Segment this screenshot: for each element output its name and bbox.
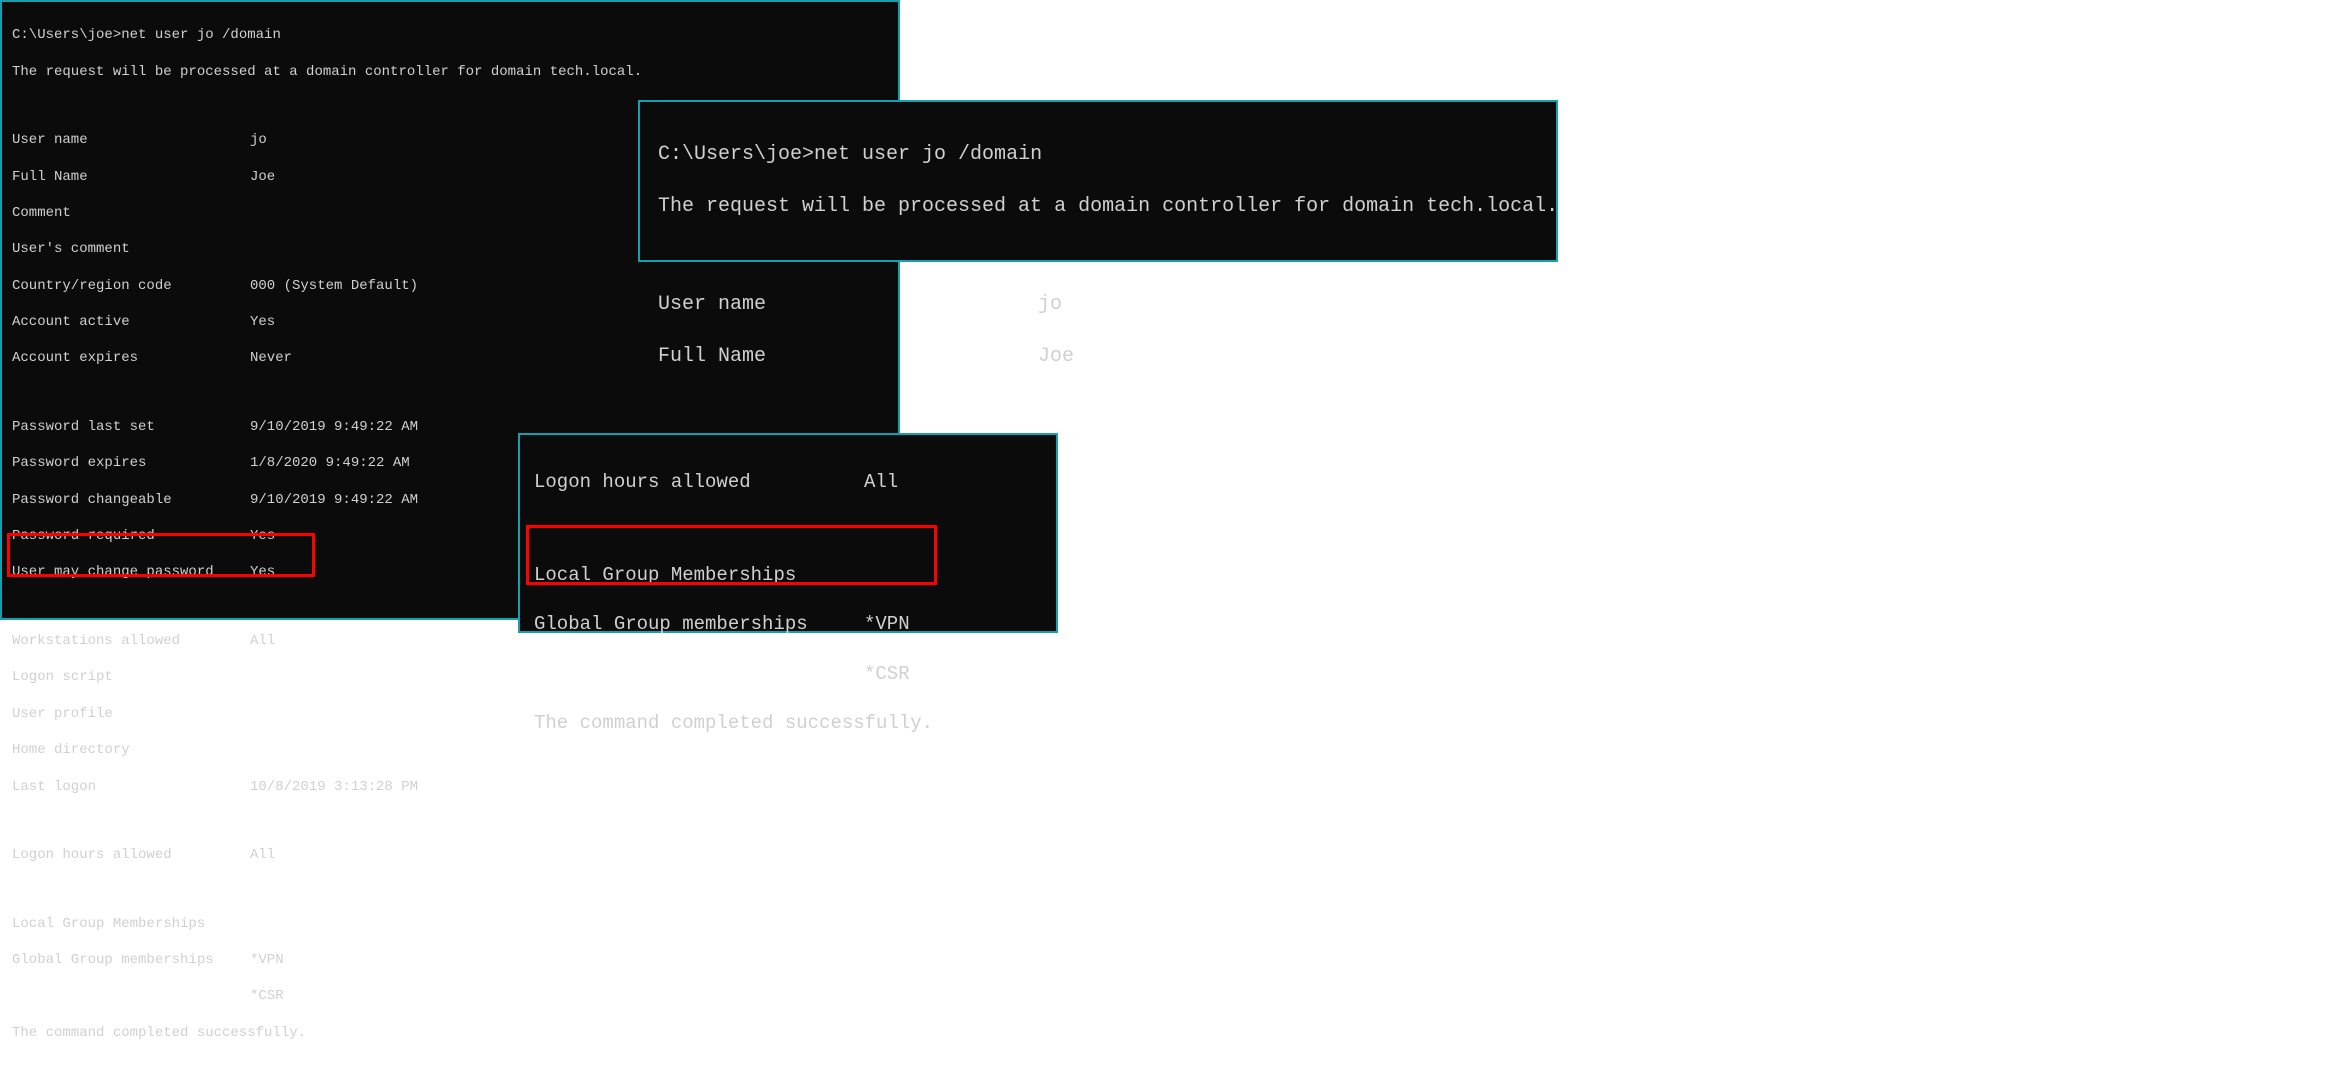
value: *CSR bbox=[250, 987, 284, 1005]
prompt: C:\Users\joe> bbox=[658, 142, 814, 168]
label: Last logon bbox=[12, 778, 250, 796]
command-text: net user jo /domain bbox=[814, 142, 1042, 168]
field-logon-hours: Logon hours allowedAll bbox=[12, 846, 888, 864]
value: *VPN bbox=[864, 612, 910, 637]
value: 000 (System Default) bbox=[250, 277, 418, 295]
label: Full Name bbox=[658, 344, 1038, 370]
value: 9/10/2019 9:49:22 AM bbox=[250, 491, 418, 509]
label: Logon hours allowed bbox=[534, 470, 864, 495]
label: Password required bbox=[12, 527, 250, 545]
label: Password changeable bbox=[12, 491, 250, 509]
request-message: The request will be processed at a domai… bbox=[12, 63, 888, 81]
label: User profile bbox=[12, 705, 250, 723]
field-user-name: User namejo bbox=[658, 292, 1538, 318]
label: Account expires bbox=[12, 349, 250, 367]
label: Account active bbox=[12, 313, 250, 331]
value: 10/8/2019 3:13:28 PM bbox=[250, 778, 418, 796]
blank-line bbox=[12, 882, 888, 896]
request-message: The request will be processed at a domai… bbox=[658, 194, 1538, 220]
field-logon-hours: Logon hours allowedAll bbox=[534, 470, 1042, 495]
field-global-group-2: *CSR bbox=[12, 987, 888, 1005]
value: Joe bbox=[250, 168, 275, 186]
label: User name bbox=[12, 131, 250, 149]
blank-line bbox=[12, 814, 888, 828]
label: Global Group memberships bbox=[12, 951, 250, 969]
field-local-group: Local Group Memberships bbox=[534, 563, 1042, 588]
value: Yes bbox=[250, 527, 275, 545]
value: Joe bbox=[1038, 344, 1074, 370]
prompt: C:\Users\joe> bbox=[12, 26, 121, 44]
command-text: net user jo /domain bbox=[121, 26, 281, 44]
value: *CSR bbox=[864, 662, 910, 687]
field-full-name: Full NameJoe bbox=[658, 344, 1538, 370]
value: *VPN bbox=[250, 951, 284, 969]
value: 1/8/2020 9:49:22 AM bbox=[250, 454, 410, 472]
field-global-group: Global Group memberships*VPN bbox=[12, 951, 888, 969]
blank-line bbox=[534, 519, 1042, 538]
completed-message: The command completed successfully. bbox=[12, 1024, 888, 1042]
label: User may change password bbox=[12, 563, 250, 581]
value: All bbox=[250, 632, 275, 650]
label: Local Group Memberships bbox=[12, 915, 250, 933]
value: Yes bbox=[250, 313, 275, 331]
label: Password last set bbox=[12, 418, 250, 436]
field-local-group: Local Group Memberships bbox=[12, 915, 888, 933]
value: Yes bbox=[250, 563, 275, 581]
field-global-group-2: *CSR bbox=[534, 662, 1042, 687]
value: jo bbox=[1038, 292, 1062, 318]
label: User's comment bbox=[12, 240, 250, 258]
label: Workstations allowed bbox=[12, 632, 250, 650]
completed-message: The command completed successfully. bbox=[534, 711, 1042, 736]
value: jo bbox=[250, 131, 267, 149]
field-global-group: Global Group memberships*VPN bbox=[534, 612, 1042, 637]
label bbox=[534, 662, 864, 687]
blank-line bbox=[658, 246, 1538, 266]
label: User name bbox=[658, 292, 1038, 318]
label: Full Name bbox=[12, 168, 250, 186]
label: Country/region code bbox=[12, 277, 250, 295]
value: 9/10/2019 9:49:22 AM bbox=[250, 418, 418, 436]
label: Comment bbox=[12, 204, 250, 222]
label: Local Group Memberships bbox=[534, 563, 864, 588]
label: Logon script bbox=[12, 668, 250, 686]
label: Password expires bbox=[12, 454, 250, 472]
terminal-zoom-top: C:\Users\joe>net user jo /domain The req… bbox=[638, 100, 1558, 262]
value: Never bbox=[250, 349, 292, 367]
label bbox=[12, 987, 250, 1005]
label: Home directory bbox=[12, 741, 250, 759]
value: All bbox=[250, 846, 275, 864]
terminal-zoom-bottom: Logon hours allowedAll Local Group Membe… bbox=[518, 433, 1058, 633]
label: Logon hours allowed bbox=[12, 846, 250, 864]
label: Global Group memberships bbox=[534, 612, 864, 637]
command-line: C:\Users\joe>net user jo /domain bbox=[12, 26, 888, 44]
value: All bbox=[864, 470, 898, 495]
command-line: C:\Users\joe>net user jo /domain bbox=[658, 142, 1538, 168]
